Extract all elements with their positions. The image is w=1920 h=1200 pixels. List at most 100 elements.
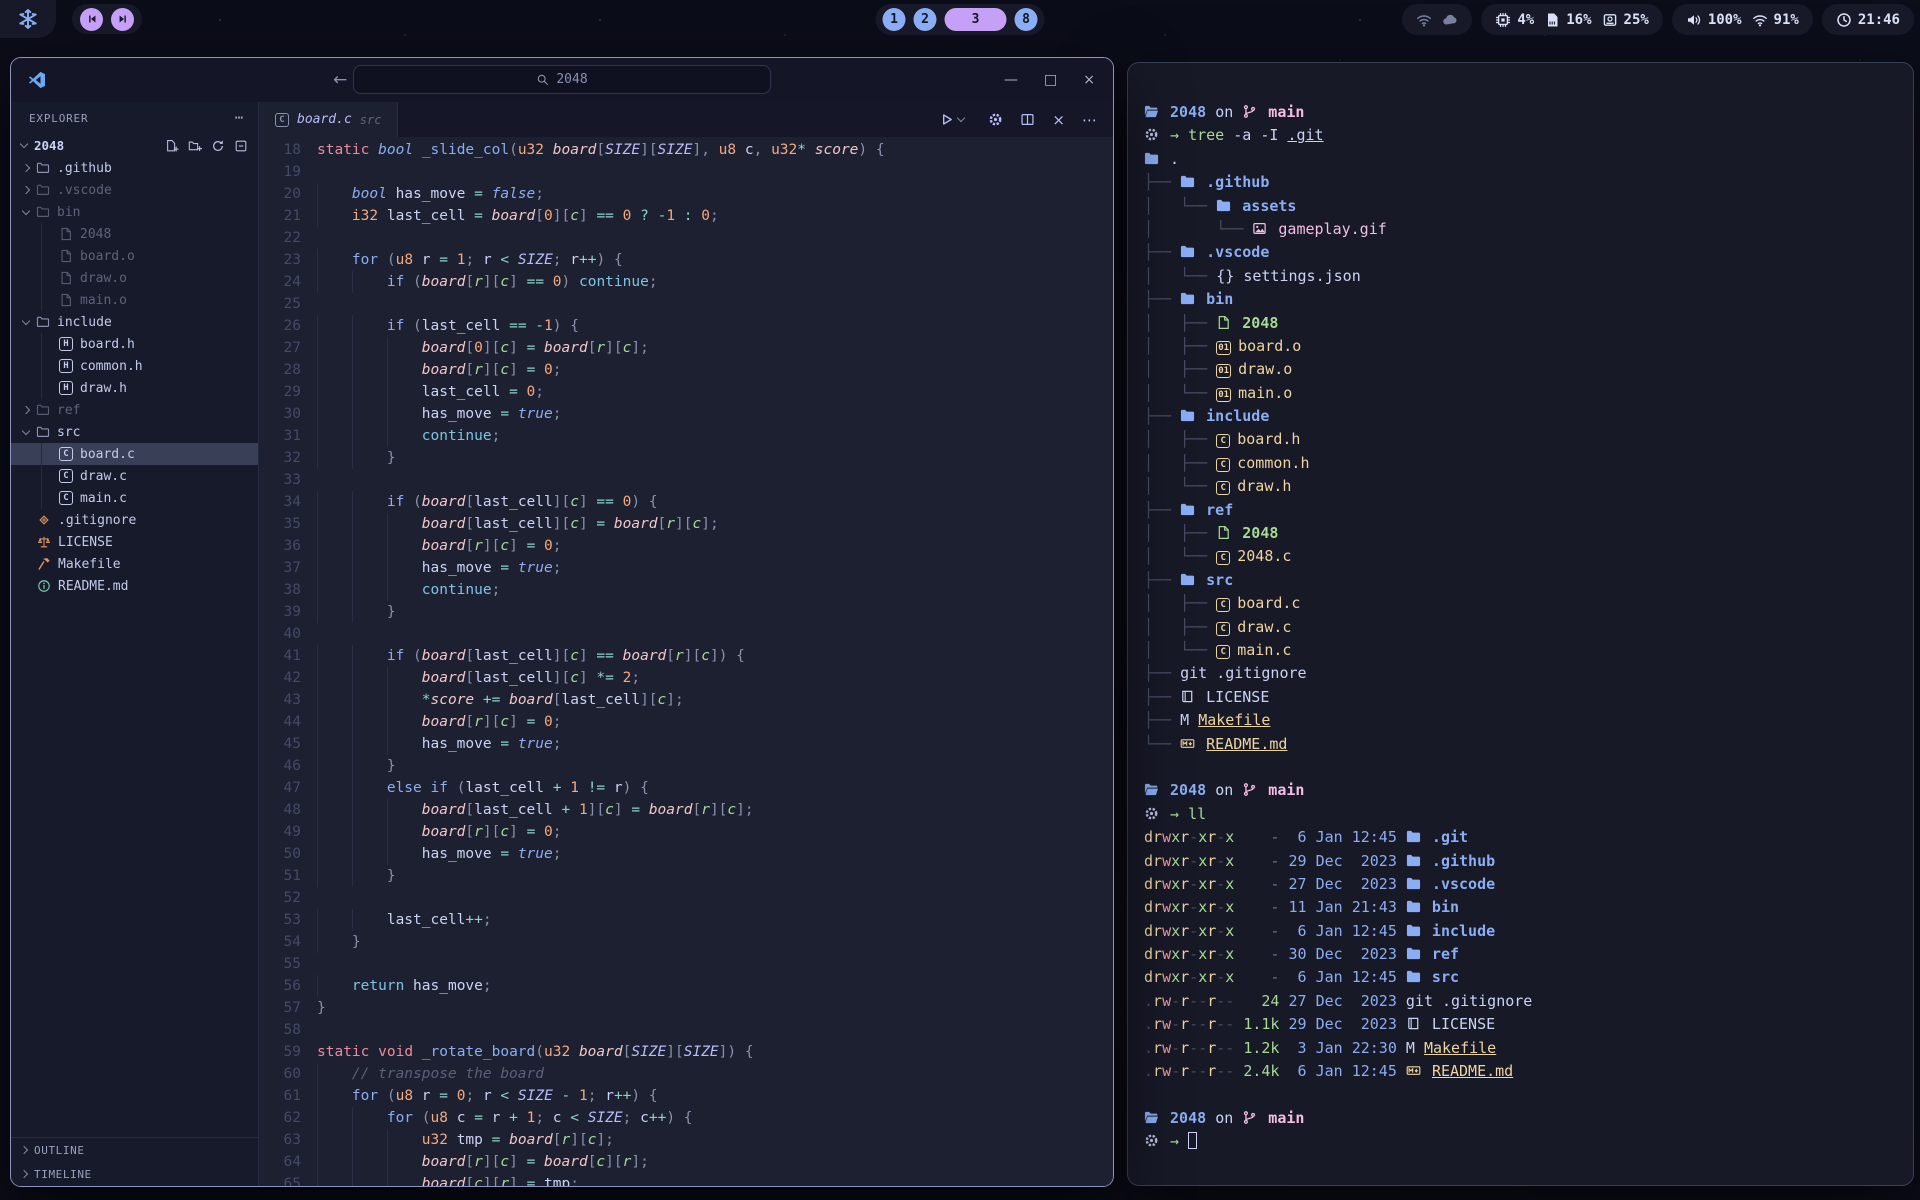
- workspace-3[interactable]: 3: [945, 8, 1007, 31]
- file-tree-item-board.c[interactable]: Cboard.c: [11, 443, 258, 465]
- file-tree-item-board.o[interactable]: board.o: [11, 245, 258, 267]
- line-number: 51: [259, 865, 317, 887]
- file-tree-item-src[interactable]: src: [11, 421, 258, 443]
- ram-stat: 16%: [1544, 12, 1591, 28]
- file-tree-item-.vscode[interactable]: .vscode: [11, 179, 258, 201]
- file-tree-item-draw.c[interactable]: Cdraw.c: [11, 465, 258, 487]
- editor-actions: × ⋯: [939, 102, 1113, 137]
- line-number: 45: [259, 733, 317, 755]
- file-label: include: [57, 315, 112, 330]
- terminal-line: ├── .github: [1144, 173, 1913, 196]
- file-label: .github: [57, 161, 112, 176]
- chevron-right-icon: [22, 406, 30, 414]
- close-button[interactable]: ×: [1083, 72, 1095, 88]
- file-tree-item-main.o[interactable]: main.o: [11, 289, 258, 311]
- maximize-button[interactable]: □: [1044, 72, 1057, 88]
- c-file-icon: C: [275, 113, 289, 127]
- more-actions-button[interactable]: ⋯: [1082, 111, 1097, 129]
- code-line: 48 board[last_cell + 1][c] = board[r][c]…: [259, 799, 1113, 821]
- line-number: 60: [259, 1063, 317, 1085]
- line-number: 42: [259, 667, 317, 689]
- clock-value: 21:46: [1858, 12, 1900, 28]
- file-tree-item-common.h[interactable]: Hcommon.h: [11, 355, 258, 377]
- file-tree-item-draw.o[interactable]: draw.o: [11, 267, 258, 289]
- code-line: 35 board[last_cell][c] = board[r][c];: [259, 513, 1113, 535]
- terminal-line: .rw-r--r-- 1.1k 29 Dec 2023 LICENSE: [1144, 1015, 1913, 1038]
- chevron-right-icon: [20, 1170, 28, 1178]
- new-folder-button[interactable]: [188, 139, 202, 153]
- new-file-button[interactable]: [165, 139, 179, 153]
- file-tree-item-2048[interactable]: 2048: [11, 223, 258, 245]
- code-line: 38 continue;: [259, 579, 1113, 601]
- file-label: board.c: [80, 447, 135, 462]
- file-tree-item-draw.h[interactable]: Hdraw.h: [11, 377, 258, 399]
- code-line: 20 bool has_move = false;: [259, 183, 1113, 205]
- folder-icon: [1406, 899, 1421, 914]
- run-button[interactable]: [939, 112, 971, 127]
- code-line: 55: [259, 953, 1113, 975]
- code-line: 24 if (board[r][c] == 0) continue;: [259, 271, 1113, 293]
- folder-icon: [1406, 923, 1421, 938]
- file-tree-item-Makefile[interactable]: Makefile: [11, 553, 258, 575]
- workspace-8[interactable]: 8: [1015, 8, 1038, 31]
- file-tree-item-bin[interactable]: bin: [11, 201, 258, 223]
- line-number: 19: [259, 161, 317, 183]
- split-editor-button[interactable]: [1020, 112, 1035, 127]
- close-editor-button[interactable]: ×: [1052, 111, 1065, 129]
- filetype-chip-icon: C: [1216, 645, 1230, 659]
- settings-gear-button[interactable]: [988, 112, 1003, 127]
- info-icon: [37, 579, 51, 593]
- refresh-button[interactable]: [211, 139, 225, 153]
- file-tree-item-LICENSE[interactable]: LICENSE: [11, 531, 258, 553]
- workspace-1[interactable]: 1: [883, 8, 906, 31]
- explorer-actions: [165, 139, 248, 153]
- code-line: 44 board[r][c] = 0;: [259, 711, 1113, 733]
- cpu-value: 4%: [1517, 12, 1534, 28]
- media-previous-button[interactable]: [80, 8, 103, 31]
- workspace-2[interactable]: 2: [914, 8, 937, 31]
- tray-network-apps[interactable]: [1402, 4, 1472, 35]
- media-next-button[interactable]: [111, 8, 134, 31]
- terminal-line: 2048 on main: [1144, 781, 1913, 804]
- file-tree-item-board.h[interactable]: Hboard.h: [11, 333, 258, 355]
- code-line: 60 // transpose the board: [259, 1063, 1113, 1085]
- system-tray: 4% 16% 25% 100% 91% 21:46: [1402, 4, 1914, 35]
- file-tree-item-main.c[interactable]: Cmain.c: [11, 487, 258, 509]
- chevron-down-icon: [22, 426, 30, 434]
- explorer-more-button[interactable]: ⋯: [235, 110, 244, 126]
- line-number: 62: [259, 1107, 317, 1129]
- back-arrow-icon[interactable]: ←: [333, 70, 347, 90]
- terminal-line: .rw-r--r-- 2.4k 6 Jan 12:45 README.md: [1144, 1062, 1913, 1085]
- command-center-search[interactable]: 2048: [353, 65, 771, 94]
- file-tree-item-.github[interactable]: .github: [11, 157, 258, 179]
- launcher-button[interactable]: [0, 0, 56, 38]
- folder-o-icon: [36, 161, 50, 175]
- file-tree-item-README.md[interactable]: README.md: [11, 575, 258, 597]
- folder-icon: [1216, 198, 1231, 213]
- tab-board-c[interactable]: C board.c src: [259, 102, 398, 137]
- file-tree-item-include[interactable]: include: [11, 311, 258, 333]
- code-line: 57}: [259, 997, 1113, 1019]
- line-number: 27: [259, 337, 317, 359]
- code-line: 42 board[last_cell][c] *= 2;: [259, 667, 1113, 689]
- code-editor[interactable]: 18static bool _slide_col(u32 board[SIZE]…: [259, 137, 1113, 1186]
- minimize-button[interactable]: —: [1004, 72, 1018, 88]
- line-number: 32: [259, 447, 317, 469]
- outline-section[interactable]: OUTLINE: [11, 1138, 258, 1162]
- collapse-all-button[interactable]: [234, 139, 248, 153]
- file-label: LICENSE: [58, 535, 113, 550]
- explorer-root-folder[interactable]: 2048: [11, 134, 258, 157]
- folder-icon: [1406, 946, 1421, 961]
- line-number: 40: [259, 623, 317, 645]
- search-value: 2048: [556, 72, 587, 87]
- folder-open-icon: [1144, 782, 1159, 797]
- folder-icon: [1180, 408, 1195, 423]
- terminal-window[interactable]: 2048 on main → tree -a -I .git .├── .git…: [1127, 62, 1914, 1186]
- line-number: 65: [259, 1173, 317, 1186]
- file-tree-item-ref[interactable]: ref: [11, 399, 258, 421]
- file-tree-item-.gitignore[interactable]: .gitignore: [11, 509, 258, 531]
- filetype-chip-icon: H: [59, 359, 73, 373]
- terminal-line: .rw-r--r-- 1.2k 3 Jan 22:30 M Makefile: [1144, 1039, 1913, 1062]
- vscode-logo-icon: [27, 70, 47, 90]
- timeline-section[interactable]: TIMELINE: [11, 1162, 258, 1186]
